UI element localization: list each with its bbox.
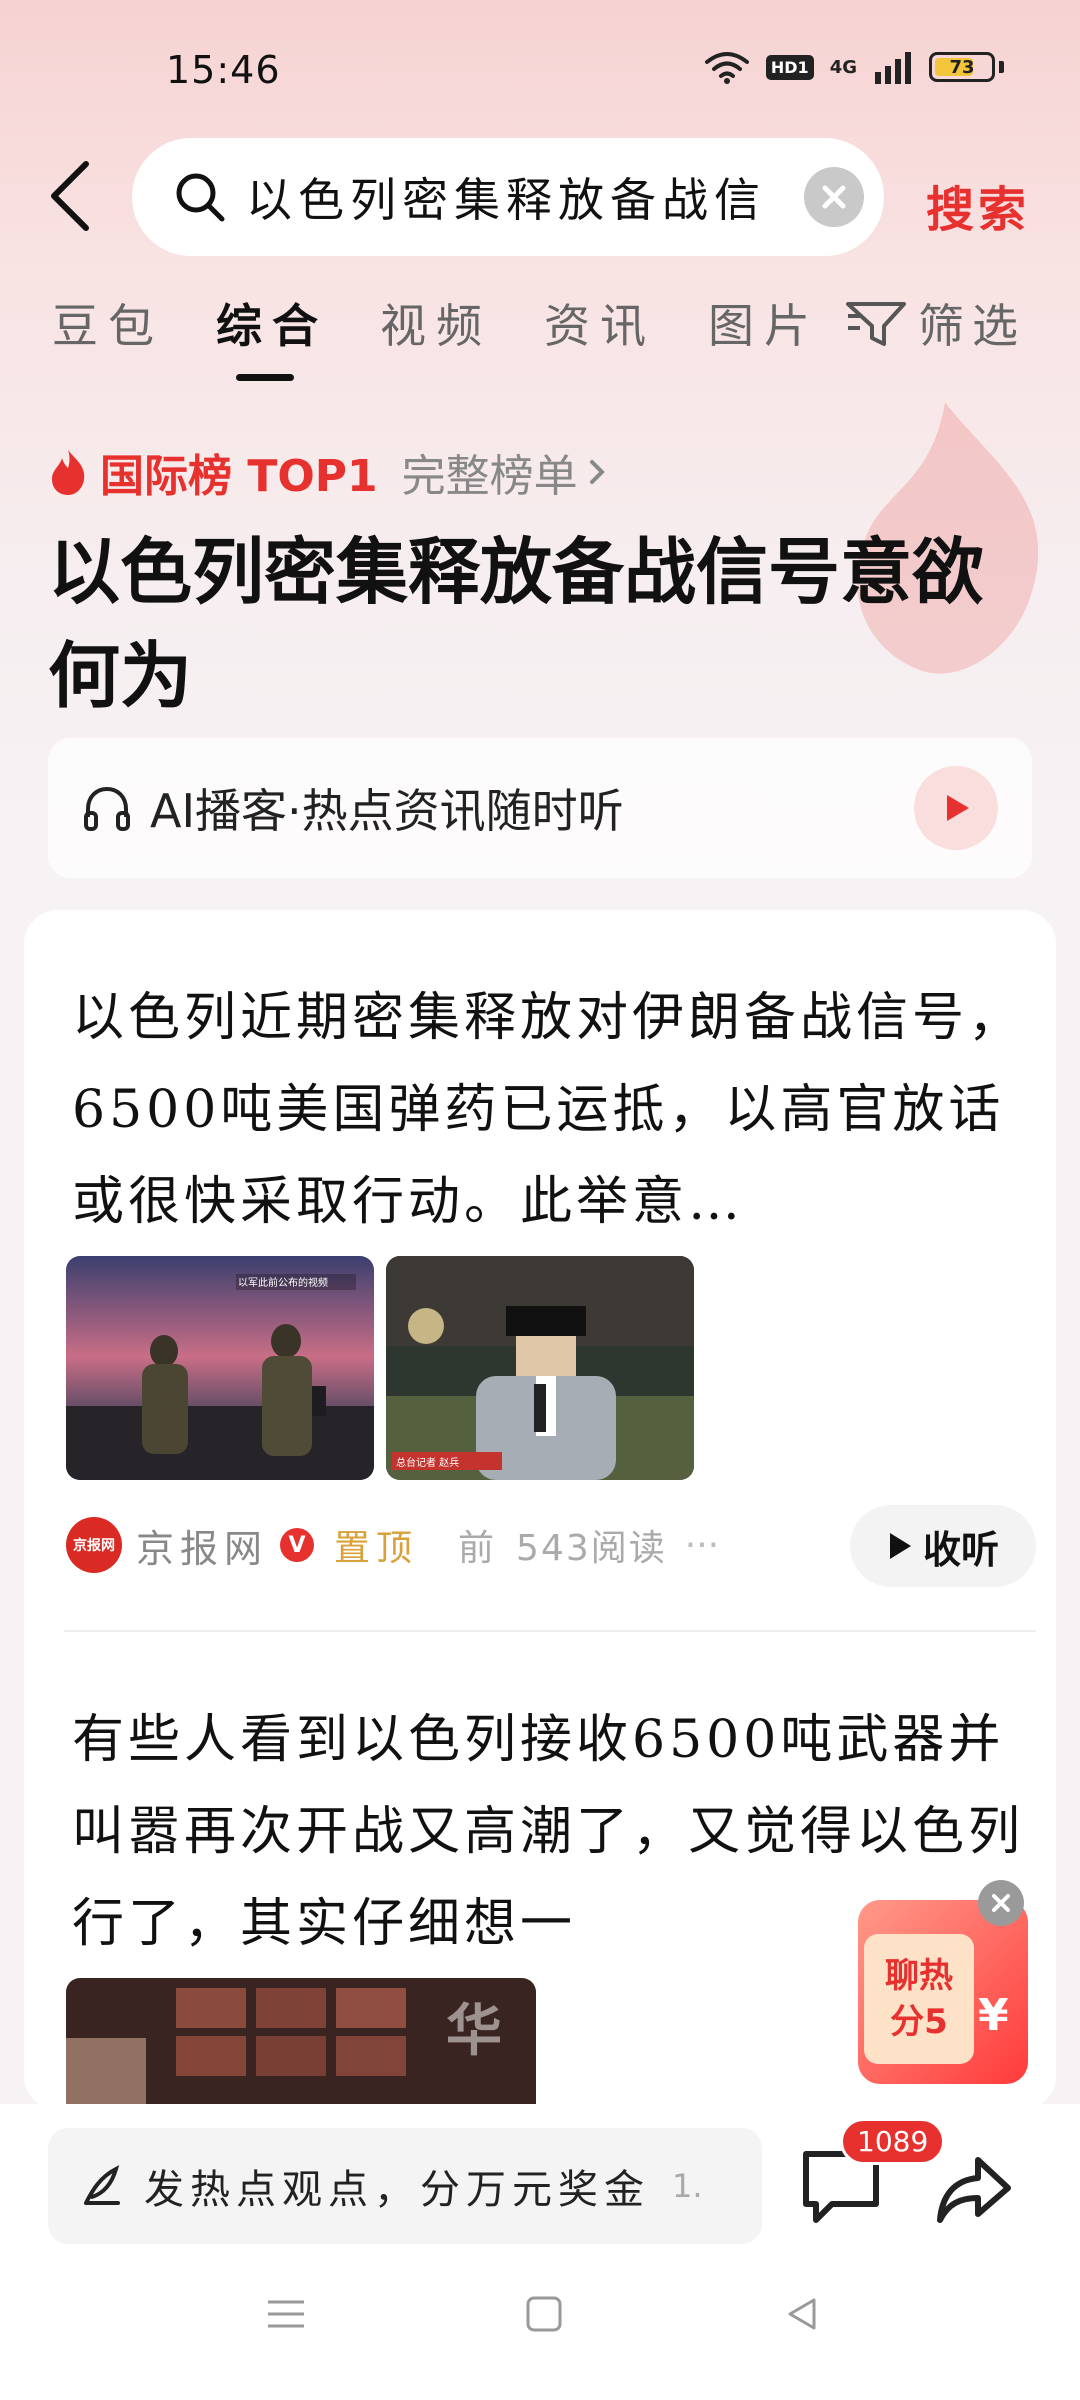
signal-icon xyxy=(875,52,911,84)
pen-icon xyxy=(84,2165,120,2205)
tab-images[interactable]: 图片 xyxy=(708,290,820,356)
article-thumbnail[interactable]: 总台记者 赵兵 xyxy=(386,1256,694,1480)
close-icon xyxy=(992,1894,1010,1912)
home-square-icon xyxy=(526,2296,562,2332)
close-icon xyxy=(822,185,846,209)
thumbnail-caption: 总台记者 赵兵 xyxy=(396,1458,460,1469)
status-time: 15:46 xyxy=(166,48,281,92)
nav-menu-button[interactable] xyxy=(256,2284,316,2344)
reward-ad-line2: 分5 xyxy=(890,2002,948,2042)
back-triangle-icon xyxy=(788,2298,816,2330)
reporter-image xyxy=(386,1256,694,1480)
search-submit-button[interactable]: 搜索 xyxy=(926,170,1030,240)
page-title: 以色列密集释放备战信号意欲何为 xyxy=(48,530,985,718)
headphones-icon xyxy=(84,786,130,831)
status-bar: 15:46 HD1 4G 73 xyxy=(0,0,1080,140)
source-logo[interactable]: 京报网 xyxy=(66,1517,122,1573)
battery-text: 73 xyxy=(949,56,975,78)
play-icon xyxy=(947,795,969,821)
floating-reward-ad[interactable]: 聊热 分5 ¥ xyxy=(858,1880,1028,2084)
battery-indicator: 73 xyxy=(929,52,995,82)
podcast-play-button[interactable] xyxy=(914,766,998,850)
ai-podcast-bar[interactable]: AI播客·热点资讯随时听 xyxy=(48,738,1032,878)
read-count: 543阅读 xyxy=(516,1528,667,1569)
status-icons: HD1 4G 73 xyxy=(704,50,1004,84)
podcast-label: AI播客·热点资讯随时听 xyxy=(150,784,624,838)
reward-ad-box[interactable]: 聊热 分5 ¥ xyxy=(858,1900,1028,2084)
tab-news[interactable]: 资讯 xyxy=(544,290,656,356)
publish-time: 前 xyxy=(458,1528,495,1569)
reward-ad-card: 聊热 分5 xyxy=(864,1934,974,2064)
filter-label: 筛选 xyxy=(918,299,1026,353)
rank-row[interactable]: 国际榜 TOP1 完整榜单 xyxy=(48,440,610,504)
verified-icon: V xyxy=(280,1528,315,1562)
tab-video[interactable]: 视频 xyxy=(380,290,492,356)
share-icon[interactable] xyxy=(934,2150,1014,2230)
search-icon xyxy=(176,173,225,222)
thumbnail-caption: 以军此前公布的视频 xyxy=(238,1278,328,1289)
fire-icon xyxy=(52,450,85,495)
back-arrow-icon xyxy=(51,161,89,231)
yen-icon: ¥ xyxy=(978,1990,1009,2041)
clear-search-button[interactable] xyxy=(804,167,864,227)
comment-count-badge: 1089 xyxy=(840,2118,946,2165)
tab-doubao[interactable]: 豆包 xyxy=(52,290,164,356)
wifi-icon xyxy=(704,52,749,84)
network-type-label: 4G xyxy=(829,56,857,78)
rank-label: 国际榜 TOP1 xyxy=(100,451,378,502)
chevron-right-icon xyxy=(589,460,605,484)
filter-button[interactable]: 筛选 xyxy=(846,290,1026,356)
tab-all[interactable]: 综合 xyxy=(216,290,328,356)
close-ad-button[interactable] xyxy=(978,1880,1024,1926)
play-icon xyxy=(889,1533,911,1559)
menu-icon xyxy=(268,2300,304,2328)
article-thumbnail[interactable]: 以军此前公布的视频 xyxy=(66,1256,374,1480)
more-options-icon[interactable]: ··· xyxy=(685,1525,719,1566)
source-name[interactable]: 京报网 xyxy=(136,1518,268,1573)
listen-label: 收听 xyxy=(922,1527,999,1572)
comment-suffix: 1. xyxy=(672,2167,703,2205)
nav-home-button[interactable] xyxy=(514,2284,574,2344)
pin-badge: 置顶 xyxy=(334,1528,419,1569)
filter-icon xyxy=(846,302,906,346)
active-tab-indicator xyxy=(236,374,294,381)
comment-input[interactable]: 发热点观点，分万元奖金 1. xyxy=(48,2128,762,2244)
full-ranking-link[interactable]: 完整榜单 xyxy=(402,440,578,504)
listen-button[interactable]: 收听 xyxy=(850,1505,1036,1587)
search-tabs: 豆包 综合 视频 资讯 图片 筛选 xyxy=(0,290,1080,390)
search-input[interactable]: 以色列密集释放备战信 xyxy=(246,164,804,230)
comment-placeholder: 发热点观点，分万元奖金 xyxy=(144,2167,650,2213)
search-box[interactable]: 以色列密集释放备战信 xyxy=(132,138,884,256)
source-logo-text: 京报网 xyxy=(73,1538,115,1554)
battery-tip xyxy=(999,61,1004,73)
soldiers-image xyxy=(66,1256,374,1480)
bottom-action-bar: 发热点观点，分万元奖金 1. 1089 xyxy=(0,2104,1080,2244)
watermark-text: 华 xyxy=(446,1999,502,2064)
article-meta: 京报网 京报网 V 置顶 前 543阅读 ··· 收听 xyxy=(66,1500,1036,1590)
article-thumbnail[interactable]: 华 xyxy=(66,1978,536,2110)
article-summary[interactable]: 以色列近期密集释放对伊朗备战信号，6500吨美国弹药已运抵，以高官放话或很快采取… xyxy=(72,972,1032,1248)
system-navigation-bar xyxy=(0,2244,1080,2400)
reward-ad-line1: 聊热 xyxy=(885,1956,953,1996)
nav-back-button[interactable] xyxy=(772,2284,832,2344)
back-button[interactable] xyxy=(48,160,108,232)
article-card[interactable]: 以色列近期密集释放对伊朗备战信号，6500吨美国弹药已运抵，以高官放话或很快采取… xyxy=(24,910,1056,1632)
hd-badge: HD1 xyxy=(765,54,814,80)
